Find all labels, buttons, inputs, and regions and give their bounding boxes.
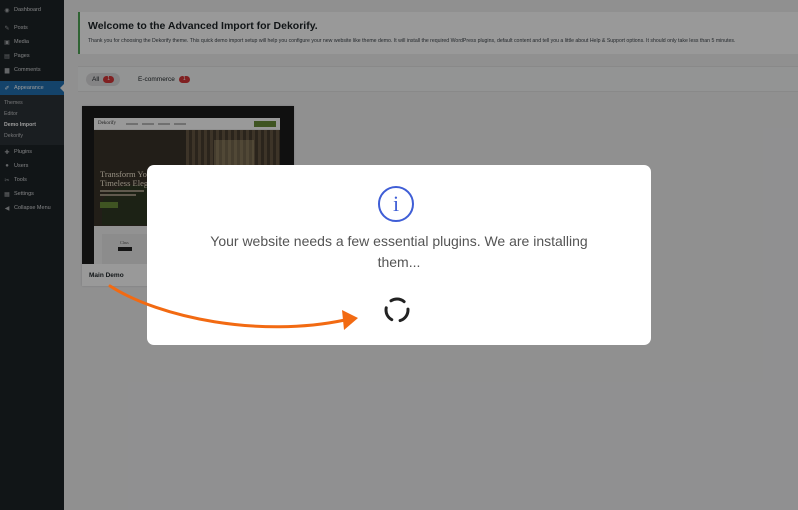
modal-message: Your website needs a few essential plugi… bbox=[210, 233, 588, 270]
info-icon: i bbox=[378, 186, 414, 222]
installing-plugins-modal: i Your website needs a few essential plu… bbox=[147, 165, 651, 345]
loading-spinner-icon bbox=[384, 297, 410, 323]
